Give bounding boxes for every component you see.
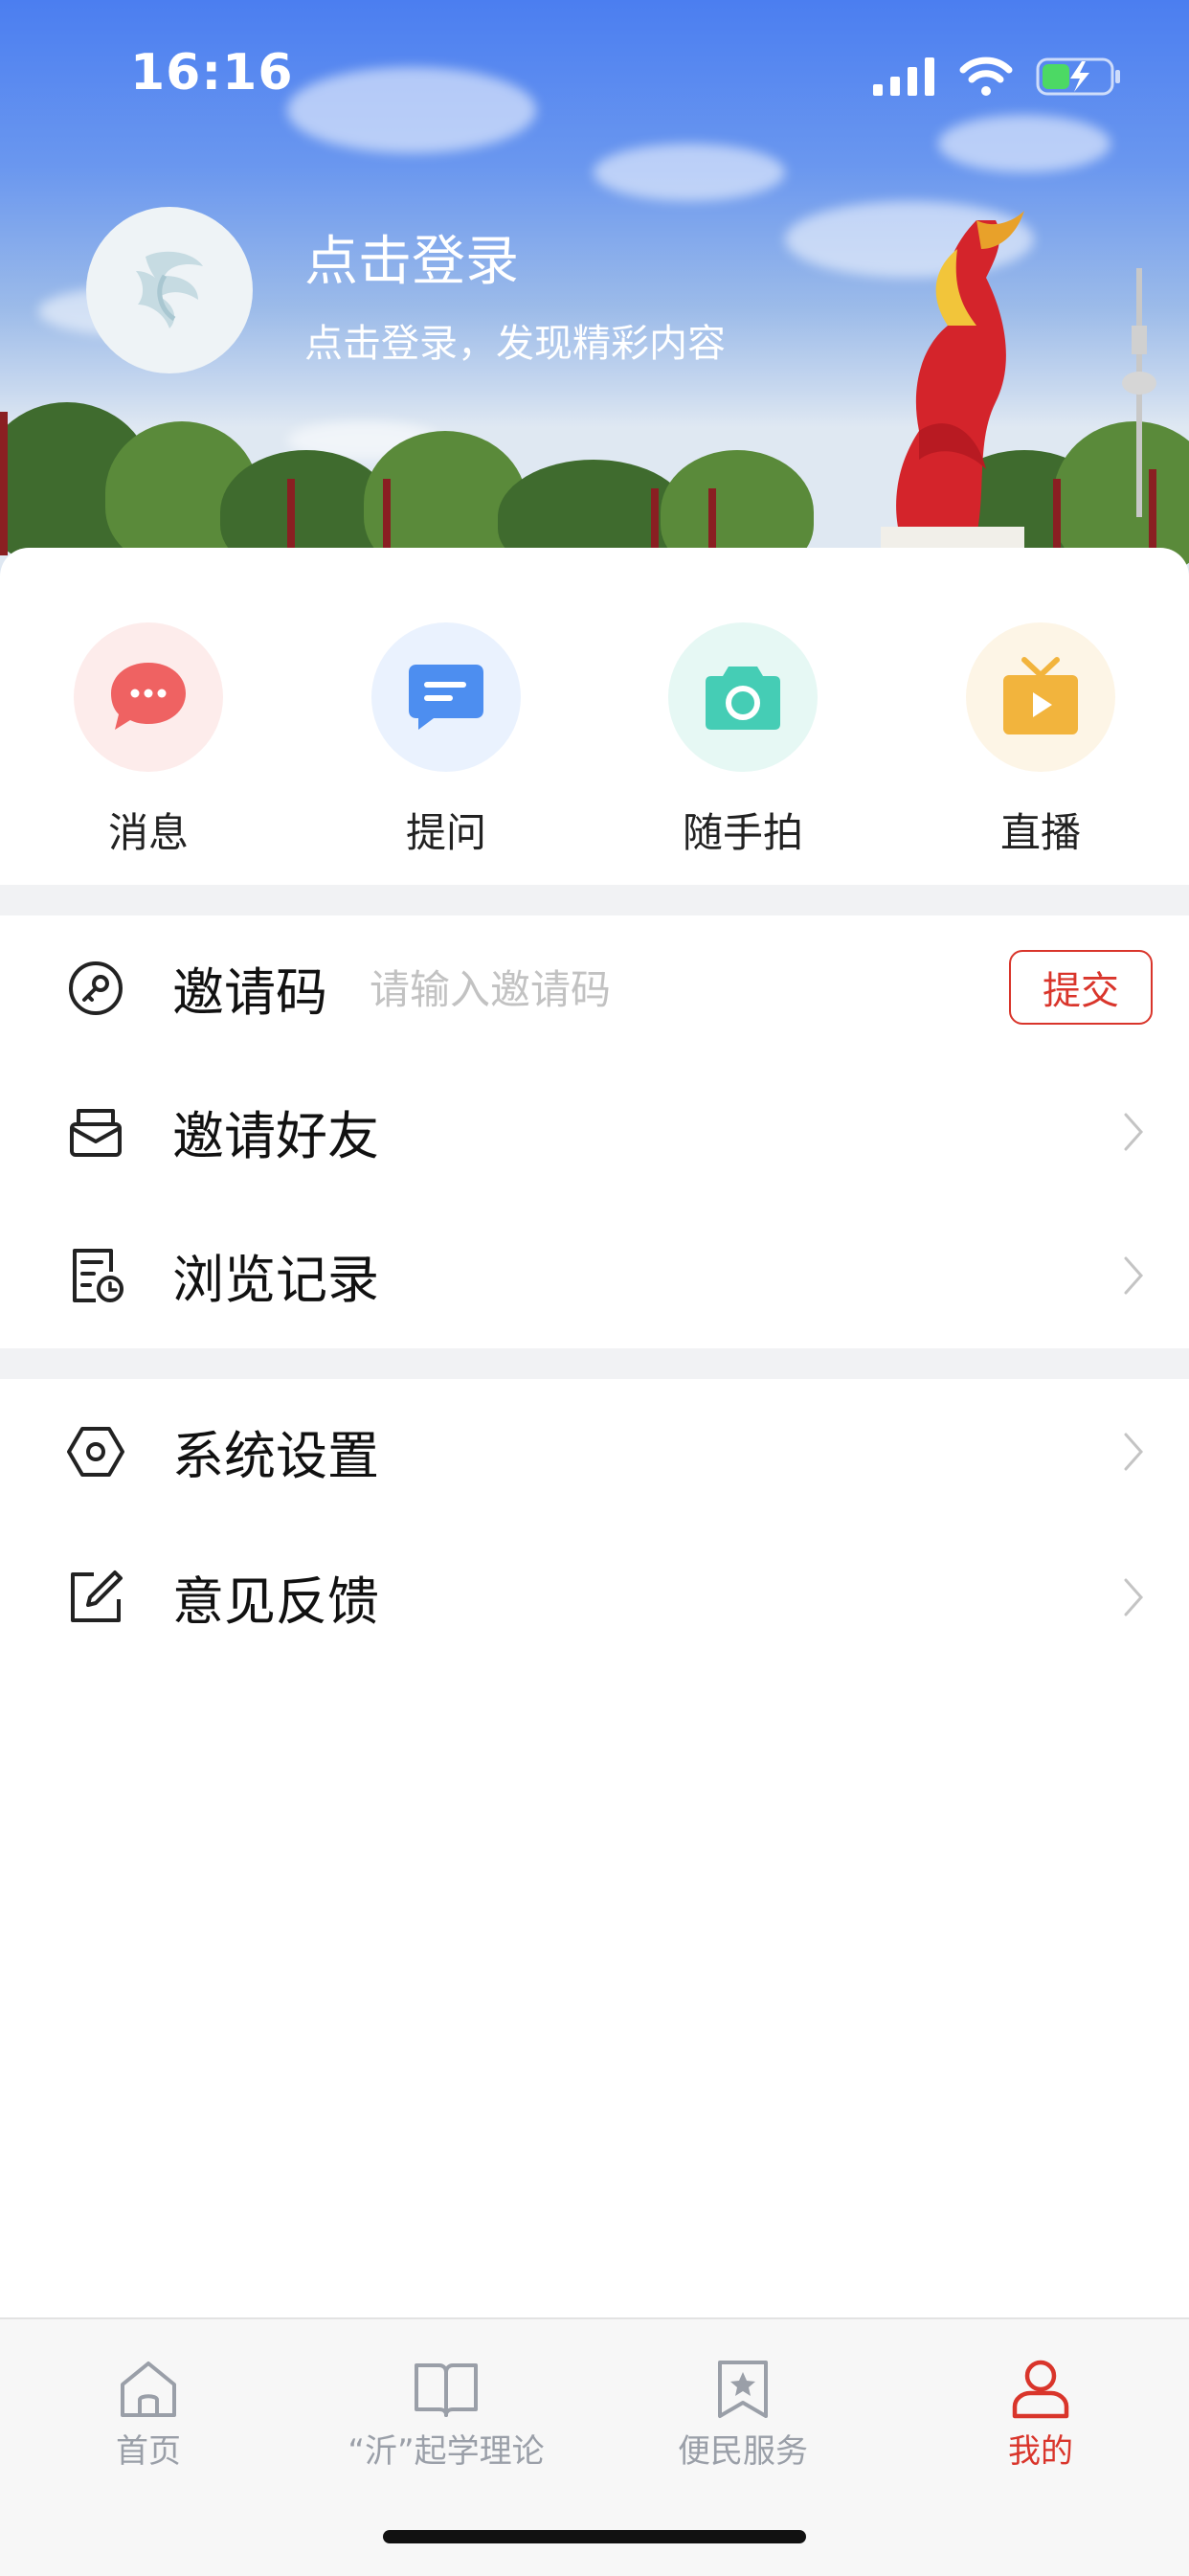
- section-divider: [0, 885, 1189, 915]
- home-indicator: [383, 2530, 806, 2543]
- quick-action-live[interactable]: 直播: [945, 622, 1136, 859]
- profile-header: 16:16 点击登录 点击登录，发现精彩内容: [0, 0, 1189, 594]
- menu-item-settings[interactable]: 系统设置: [0, 1379, 1189, 1523]
- edit-feedback-icon: [71, 1570, 123, 1622]
- quick-action-label: 消息: [107, 809, 189, 856]
- quick-action-label: 直播: [999, 809, 1081, 856]
- wifi-icon: [959, 56, 1013, 96]
- tab-theory[interactable]: “沂”起学理论: [331, 2356, 561, 2472]
- section-divider: [0, 1348, 1189, 1379]
- tv-play-icon: [1003, 657, 1078, 734]
- phoenix-logo-icon: [136, 251, 203, 328]
- login-title[interactable]: 点击登录: [304, 218, 519, 296]
- menu-item-feedback[interactable]: 意见反馈: [0, 1525, 1189, 1668]
- chevron-right-icon: [1124, 1433, 1144, 1471]
- menu-item-label: 邀请好友: [172, 1105, 379, 1166]
- tab-home[interactable]: 首页: [34, 2356, 263, 2472]
- tab-label: 便民服务: [678, 2432, 808, 2471]
- chevron-right-icon: [1124, 1256, 1144, 1295]
- quick-action-ask[interactable]: 提问: [350, 622, 542, 859]
- signal-icon: [873, 57, 934, 96]
- tab-label: 首页: [116, 2432, 181, 2471]
- status-icons: [873, 56, 1122, 98]
- history-doc-icon: [73, 1249, 123, 1302]
- invite-code-label: 邀请码: [172, 961, 327, 1023]
- battery-icon: [1036, 57, 1120, 96]
- chat-bubble-icon: [111, 663, 186, 730]
- settings-hex-icon: [67, 1427, 124, 1477]
- menu-item-browsing-history[interactable]: 浏览记录: [0, 1203, 1189, 1346]
- invite-code-row: 邀请码 提交: [0, 915, 1189, 1059]
- key-icon: [69, 961, 123, 1015]
- chevron-right-icon: [1124, 1578, 1144, 1616]
- submit-button[interactable]: 提交: [1009, 950, 1153, 1025]
- avatar[interactable]: [86, 207, 253, 373]
- quick-action-snap[interactable]: 随手拍: [647, 622, 839, 859]
- mail-inbox-icon: [70, 1109, 122, 1157]
- menu-item-label: 浏览记录: [172, 1249, 379, 1310]
- star-bookmark-icon: [718, 2361, 768, 2418]
- tab-label: 我的: [1008, 2432, 1073, 2471]
- chevron-right-icon: [1124, 1113, 1144, 1151]
- question-message-icon: [409, 665, 483, 730]
- menu-item-label: 系统设置: [172, 1425, 379, 1486]
- tab-mine[interactable]: 我的: [926, 2356, 1155, 2472]
- camera-icon: [706, 667, 780, 730]
- home-icon: [121, 2361, 176, 2417]
- menu-item-label: 意见反馈: [172, 1570, 379, 1632]
- quick-action-label: 提问: [405, 809, 486, 856]
- login-subtitle[interactable]: 点击登录，发现精彩内容: [304, 312, 726, 368]
- user-icon: [1012, 2360, 1069, 2419]
- profile-content: 消息 提问 随手拍 直播 邀请码 请输入邀请码 提交 邀请好友 浏览记录 系统设…: [0, 548, 1189, 2574]
- quick-action-messages[interactable]: 消息: [53, 622, 244, 859]
- invite-code-input[interactable]: [368, 958, 946, 1021]
- status-time: 16:16: [130, 44, 294, 102]
- tab-services[interactable]: 便民服务: [628, 2356, 858, 2472]
- tab-label: “沂”起学理论: [348, 2432, 545, 2471]
- quick-actions: 消息 提问 随手拍 直播: [0, 548, 1189, 885]
- menu-item-invite-friends[interactable]: 邀请好友: [0, 1059, 1189, 1203]
- book-icon: [415, 2363, 478, 2417]
- phoenix-sculpture: [881, 211, 1024, 575]
- quick-action-label: 随手拍: [682, 809, 803, 856]
